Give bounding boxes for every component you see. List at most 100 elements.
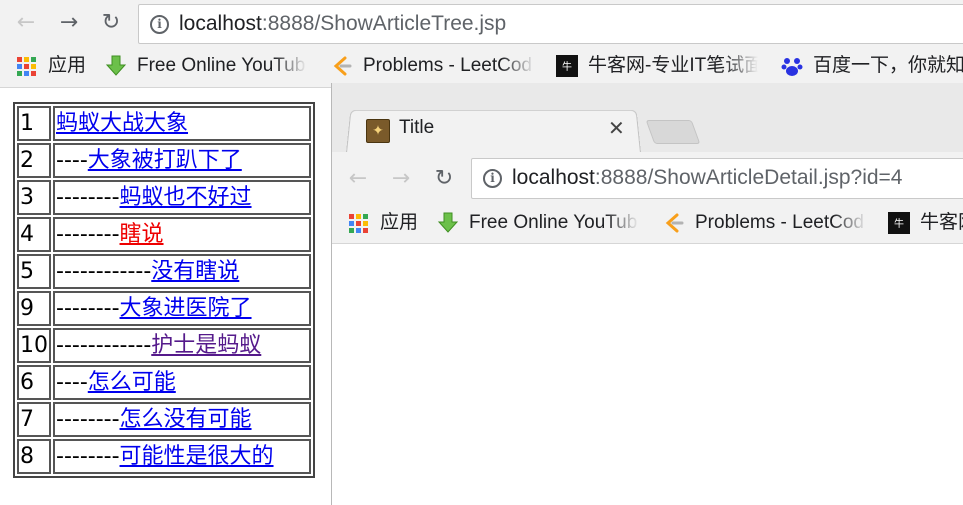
bookmark-label: 牛客网-专业IT笔试面 [588, 55, 758, 76]
reload-button[interactable]: ↻ [97, 9, 125, 37]
article-link[interactable]: 怎么没有可能 [120, 407, 252, 432]
apps-grid-icon [17, 56, 36, 76]
url-text[interactable]: localhost:8888/ShowArticleTree.jsp [179, 12, 506, 36]
popup-bookmark-nowcoder[interactable]: 牛 牛客网 [888, 212, 963, 237]
popup-tabstrip: ✦ Title ✕ [332, 83, 963, 153]
article-id-cell: 3 [17, 180, 51, 215]
new-tab-button[interactable] [645, 120, 701, 144]
article-link[interactable]: 瞎说 [120, 222, 164, 247]
article-link[interactable]: 没有瞎说 [151, 259, 239, 284]
article-id-cell: 7 [17, 402, 51, 437]
article-title-cell: --------大象进医院了 [53, 291, 311, 326]
tomcat-favicon-icon: ✦ [366, 119, 390, 143]
indent-prefix: -------- [56, 185, 120, 210]
popup-window: ✦ Title ✕ ← → ↻ i localhost:8888/ShowArt… [331, 83, 963, 505]
article-link[interactable]: 蚂蚁也不好过 [120, 185, 252, 210]
article-title-cell: ------------护士是蚂蚁 [53, 328, 311, 363]
popup-address-bar[interactable]: i localhost:8888/ShowArticleDetail.jsp?i… [471, 158, 963, 199]
article-id-cell: 8 [17, 439, 51, 474]
article-title-cell: --------可能性是很大的 [53, 439, 311, 474]
popup-forward-button[interactable]: → [387, 165, 415, 193]
bookmarks-bar: 应用 Free Online YouTub Problems - LeetCod… [0, 47, 963, 88]
article-row: 8 --------可能性是很大的 [17, 439, 311, 474]
article-title-cell: --------怎么没有可能 [53, 402, 311, 437]
article-title-cell: --------瞎说 [53, 217, 311, 252]
bookmark-nowcoder[interactable]: 牛 牛客网-专业IT笔试面 [556, 55, 758, 80]
popup-page-content [332, 245, 963, 505]
bookmark-label: Free Online YouTub [469, 212, 638, 233]
article-title-cell: 蚂蚁大战大象 [53, 106, 311, 141]
popup-bookmark-apps[interactable]: 应用 [349, 212, 419, 237]
bookmark-label: Free Online YouTub [137, 55, 306, 76]
indent-prefix: ---- [56, 370, 88, 395]
url-host: localhost [179, 12, 262, 35]
svg-text:牛: 牛 [894, 217, 904, 230]
nowcoder-icon: 牛 [888, 212, 910, 234]
article-link[interactable]: 蚂蚁大战大象 [56, 111, 188, 136]
download-arrow-icon [105, 55, 127, 76]
bookmark-label: 应用 [48, 55, 87, 76]
article-link[interactable]: 大象被打趴下了 [88, 148, 242, 173]
forward-button[interactable]: → [55, 9, 83, 37]
tab-close-icon[interactable]: ✕ [608, 116, 625, 140]
url-path: :8888/ShowArticleTree.jsp [261, 12, 507, 35]
article-row: 2 ----大象被打趴下了 [17, 143, 311, 178]
article-tree-table: 1 蚂蚁大战大象 2 ----大象被打趴下了 3 --------蚂蚁也不好过 4 -----… [13, 102, 315, 478]
article-link[interactable]: 护士是蚂蚁 [151, 333, 261, 358]
svg-text:牛: 牛 [562, 60, 572, 73]
article-tree-body: 1 蚂蚁大战大象 2 ----大象被打趴下了 3 --------蚂蚁也不好过 4 -----… [17, 106, 311, 474]
leetcode-icon [333, 56, 352, 76]
bookmark-label: 牛客网 [920, 212, 963, 233]
indent-prefix: ------------ [56, 333, 152, 358]
bookmark-leetcode[interactable]: Problems - LeetCod [331, 55, 535, 80]
article-id-cell: 2 [17, 143, 51, 178]
info-icon[interactable]: i [150, 15, 169, 34]
apps-grid-icon [349, 213, 368, 233]
article-row: 3 --------蚂蚁也不好过 [17, 180, 311, 215]
popup-url-path: :8888/ShowArticleDetail.jsp?id=4 [594, 166, 903, 189]
article-title-cell: ----大象被打趴下了 [53, 143, 311, 178]
article-title-cell: ----怎么可能 [53, 365, 311, 400]
popup-bookmark-leetcode[interactable]: Problems - LeetCod [663, 212, 867, 237]
article-row: 1 蚂蚁大战大象 [17, 106, 311, 141]
back-button[interactable]: ← [12, 9, 40, 37]
article-title-cell: ------------没有瞎说 [53, 254, 311, 289]
indent-prefix: ---- [56, 148, 88, 173]
popup-bookmark-free-online-youtube[interactable]: Free Online YouTub [437, 212, 639, 237]
indent-prefix: -------- [56, 222, 120, 247]
popup-reload-button[interactable]: ↻ [430, 165, 458, 193]
article-row: 7 --------怎么没有可能 [17, 402, 311, 437]
popup-url-host: localhost [512, 166, 595, 189]
article-id-cell: 9 [17, 291, 51, 326]
indent-prefix: -------- [56, 407, 120, 432]
popup-url-text[interactable]: localhost:8888/ShowArticleDetail.jsp?id=… [512, 166, 903, 190]
article-row: 9 --------大象进医院了 [17, 291, 311, 326]
popup-bookmarks-bar: 应用 Free Online YouTub Problems - LeetCod… [332, 206, 963, 244]
bookmark-apps[interactable]: 应用 [17, 55, 87, 80]
indent-prefix: ------------ [56, 259, 152, 284]
bookmark-baidu[interactable]: 百度一下，你就知道 [781, 55, 963, 80]
popup-back-button[interactable]: ← [344, 165, 372, 193]
article-id-cell: 6 [17, 365, 51, 400]
leetcode-icon [665, 213, 684, 233]
article-row: 5 ------------没有瞎说 [17, 254, 311, 289]
bookmark-label: 应用 [380, 212, 419, 233]
article-link[interactable]: 怎么可能 [88, 370, 176, 395]
article-id-cell: 1 [17, 106, 51, 141]
popup-tab[interactable]: ✦ Title ✕ [346, 108, 641, 153]
main-toolbar: ← → ↻ i localhost:8888/ShowArticleTree.j… [0, 0, 963, 47]
bookmark-label: 百度一下，你就知道 [813, 55, 963, 76]
bookmark-free-online-youtube[interactable]: Free Online YouTub [105, 55, 307, 80]
baidu-paw-icon [781, 58, 803, 76]
download-arrow-icon [437, 212, 459, 233]
popup-info-icon[interactable]: i [483, 169, 502, 188]
article-link[interactable]: 可能性是很大的 [120, 444, 274, 469]
indent-prefix: -------- [56, 444, 120, 469]
article-id-cell: 4 [17, 217, 51, 252]
address-bar[interactable]: i localhost:8888/ShowArticleTree.jsp [138, 4, 963, 44]
bookmark-label: Problems - LeetCod [363, 55, 532, 76]
article-row: 4 --------瞎说 [17, 217, 311, 252]
article-id-cell: 10 [17, 328, 51, 363]
tab-title: Title [399, 117, 435, 138]
article-link[interactable]: 大象进医院了 [120, 296, 252, 321]
